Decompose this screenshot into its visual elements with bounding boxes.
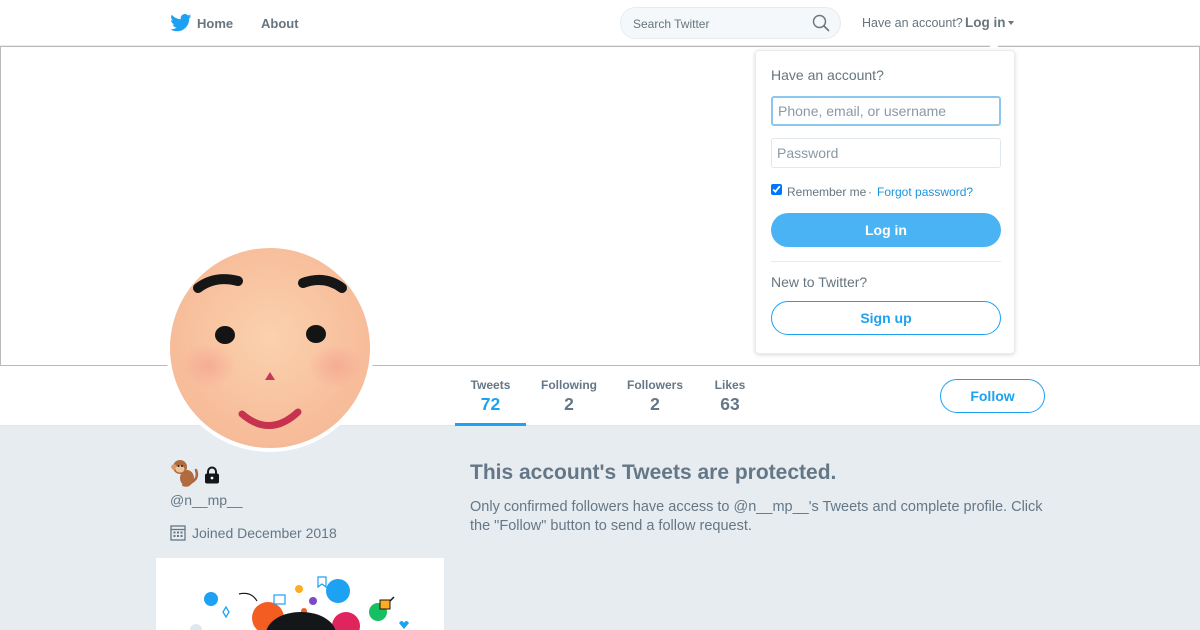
twitter-bird-icon[interactable] (170, 14, 192, 32)
stat-value: 2 (564, 394, 574, 414)
nav-about-link[interactable]: About (261, 16, 299, 31)
profile-handle: @n__mp__ (170, 492, 243, 508)
joined-text: Joined December 2018 (192, 525, 337, 541)
avatar[interactable] (166, 244, 374, 452)
remember-me-label[interactable]: Remember me (787, 185, 866, 199)
remember-me-checkbox[interactable] (771, 184, 782, 195)
search-input[interactable] (633, 15, 803, 32)
stat-value: 2 (650, 394, 660, 414)
protected-description: Only confirmed followers have access to … (470, 499, 1043, 534)
stat-value: 72 (480, 394, 501, 414)
promo-illustration (190, 576, 409, 630)
calendar-icon (170, 525, 186, 541)
stat-value: 63 (720, 394, 740, 414)
login-submit-button[interactable]: Log in (771, 213, 1001, 247)
search-box (620, 7, 841, 39)
stat-likes[interactable]: Likes 63 (705, 378, 755, 415)
lock-icon (205, 466, 219, 484)
protected-title: This account's Tweets are protected. (470, 461, 837, 484)
stat-following[interactable]: Following 2 (534, 378, 604, 415)
promo-illustration-card[interactable] (156, 558, 444, 630)
have-account-text: Have an account? (862, 16, 963, 30)
username-field[interactable] (771, 96, 1001, 126)
login-dropdown: Have an account? Remember me · Forgot pa… (755, 50, 1015, 354)
password-field[interactable] (771, 138, 1001, 168)
forgot-password-link[interactable]: Forgot password? (877, 185, 973, 199)
new-to-twitter-text: New to Twitter? (771, 274, 868, 290)
stat-tweets[interactable]: Tweets 72 (455, 378, 526, 415)
dropdown-divider (771, 261, 1001, 262)
login-dropdown-toggle[interactable]: Log in (965, 15, 1006, 30)
stat-label: Likes (714, 378, 746, 392)
stat-followers[interactable]: Followers 2 (620, 378, 690, 415)
stat-label: Following (541, 378, 597, 392)
signup-button[interactable]: Sign up (771, 301, 1001, 335)
dropdown-title: Have an account? (771, 67, 884, 83)
top-navigation-bar: Home About Have an account? Log in (0, 0, 1200, 46)
active-tab-underline (455, 423, 526, 426)
separator-dot: · (868, 185, 872, 199)
monkey-emoji-icon (171, 460, 199, 487)
stat-label: Tweets (470, 378, 511, 392)
caret-down-icon[interactable] (1008, 21, 1014, 25)
nav-home-link[interactable]: Home (197, 16, 233, 31)
search-icon[interactable] (812, 14, 830, 32)
smiling-face-avatar (170, 248, 370, 448)
stat-label: Followers (626, 378, 683, 392)
follow-button[interactable]: Follow (940, 379, 1045, 413)
